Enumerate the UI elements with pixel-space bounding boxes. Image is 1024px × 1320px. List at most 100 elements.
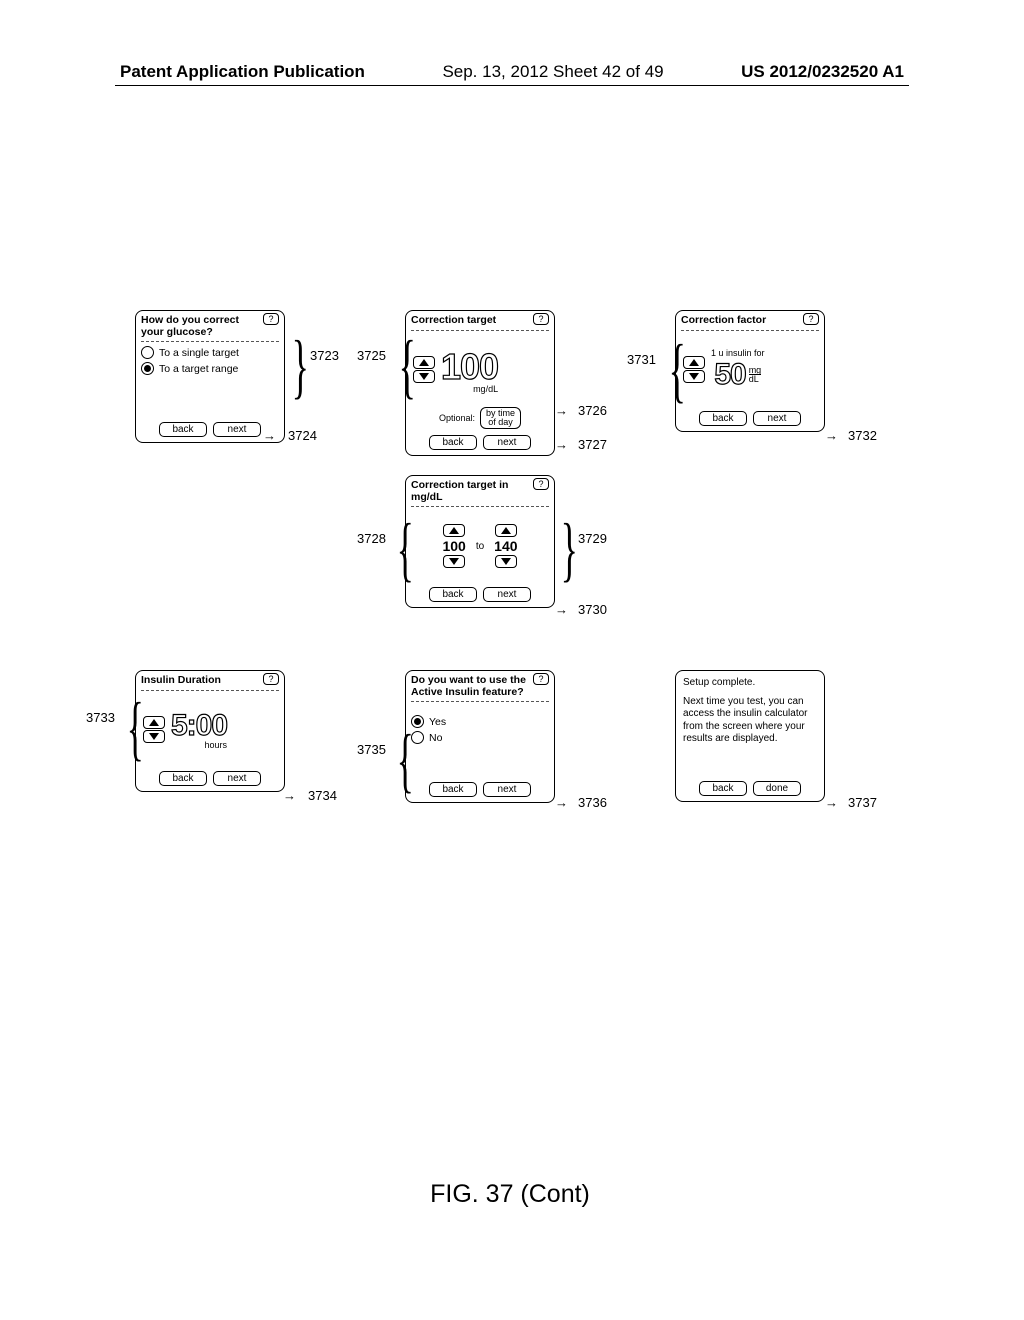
- radio-yes[interactable]: Yes: [411, 715, 549, 728]
- screen-correction-factor: Correction factor ? 1 u insulin for 50 m…: [675, 310, 825, 432]
- back-button[interactable]: back: [429, 587, 477, 602]
- screen-active-insulin: Do you want to use the Active Insulin fe…: [405, 670, 555, 803]
- brace-icon: }: [292, 352, 309, 381]
- arrow-icon: →: [825, 428, 838, 443]
- screen-correct-glucose: How do you correct your glucose? ? To a …: [135, 310, 285, 443]
- unit-bot: dL: [749, 374, 762, 383]
- to-label: to: [476, 541, 484, 552]
- screen-correction-target: Correction target ? 100 mg/dL Optional: …: [405, 310, 555, 456]
- radio-single-target[interactable]: To a single target: [141, 346, 279, 359]
- ref-3726: 3726: [578, 403, 607, 418]
- complete-title: Setup complete.: [683, 677, 817, 690]
- ref-3737: 3737: [848, 795, 877, 810]
- value-spinner[interactable]: [143, 716, 165, 743]
- target-value: 100: [441, 346, 498, 388]
- unit-top: mg: [749, 366, 762, 374]
- screen-title: Correction target: [411, 315, 549, 327]
- decrement-icon[interactable]: [683, 370, 705, 383]
- screen-title: Insulin Duration: [141, 675, 279, 687]
- arrow-icon: →: [283, 788, 296, 803]
- radio-label: To a single target: [159, 347, 239, 359]
- figure-caption: FIG. 37 (Cont): [120, 1180, 900, 1209]
- brace-icon: }: [397, 746, 414, 775]
- increment-icon[interactable]: [683, 356, 705, 369]
- help-icon[interactable]: ?: [533, 673, 549, 685]
- ref-3736: 3736: [578, 795, 607, 810]
- back-button[interactable]: back: [159, 771, 207, 786]
- back-button[interactable]: back: [699, 781, 747, 796]
- brace-icon: }: [397, 535, 414, 564]
- radio-label: No: [429, 732, 442, 744]
- ref-3725: 3725: [357, 348, 386, 363]
- help-icon[interactable]: ?: [533, 478, 549, 490]
- optional-label: Optional:: [439, 413, 475, 423]
- range-high: 140: [494, 538, 517, 554]
- increment-icon[interactable]: [443, 524, 465, 537]
- screen-setup-complete: Setup complete. Next time you test, you …: [675, 670, 825, 802]
- header-center: Sep. 13, 2012 Sheet 42 of 49: [442, 62, 663, 82]
- ref-3735: 3735: [357, 742, 386, 757]
- increment-icon[interactable]: [495, 524, 517, 537]
- screen-correction-target-range: Correction target in mg/dL ? 100 to 140 …: [405, 475, 555, 608]
- ref-3733: 3733: [86, 710, 115, 725]
- brace-icon: }: [561, 535, 578, 564]
- complete-text: Next time you test, you can access the i…: [683, 696, 817, 746]
- next-button[interactable]: next: [213, 771, 261, 786]
- arrow-icon: →: [555, 795, 568, 810]
- decrement-icon[interactable]: [413, 370, 435, 383]
- ref-3731: 3731: [627, 352, 656, 367]
- figure-area: How do you correct your glucose? ? To a …: [120, 310, 900, 845]
- back-button[interactable]: back: [429, 435, 477, 450]
- screen-insulin-duration: Insulin Duration ? 5:00 hours back next: [135, 670, 285, 792]
- back-button[interactable]: back: [429, 782, 477, 797]
- next-button[interactable]: next: [483, 435, 531, 450]
- header-rule: [115, 85, 909, 86]
- back-button[interactable]: back: [699, 411, 747, 426]
- next-button[interactable]: next: [753, 411, 801, 426]
- duration-value: 5:00: [171, 709, 227, 743]
- next-button[interactable]: next: [483, 587, 531, 602]
- arrow-icon: →: [555, 403, 568, 418]
- arrow-icon: →: [555, 437, 568, 452]
- unit-label: hours: [205, 740, 228, 750]
- ref-3724: 3724: [288, 428, 317, 443]
- decrement-icon[interactable]: [143, 730, 165, 743]
- screen-title: Do you want to use the Active Insulin fe…: [411, 675, 549, 698]
- value-spinner[interactable]: [683, 356, 705, 383]
- done-button[interactable]: done: [753, 781, 801, 796]
- ref-3732: 3732: [848, 428, 877, 443]
- screen-title: How do you correct your glucose?: [141, 315, 279, 338]
- brace-icon: }: [669, 356, 686, 385]
- help-icon[interactable]: ?: [263, 313, 279, 325]
- caption: 1 u insulin for: [711, 348, 765, 358]
- radio-target-range[interactable]: To a target range: [141, 362, 279, 375]
- header-left: Patent Application Publication: [120, 62, 365, 82]
- screen-title: Correction target in mg/dL: [411, 480, 549, 503]
- high-spinner[interactable]: 140: [494, 524, 517, 568]
- decrement-icon[interactable]: [495, 555, 517, 568]
- value-spinner[interactable]: [413, 356, 435, 383]
- by-time-of-day-button[interactable]: by time of day: [480, 407, 521, 430]
- ref-3727: 3727: [578, 437, 607, 452]
- ref-3723: 3723: [310, 348, 339, 363]
- increment-icon[interactable]: [413, 356, 435, 369]
- low-spinner[interactable]: 100: [442, 524, 465, 568]
- next-button[interactable]: next: [213, 422, 261, 437]
- factor-value: 50: [714, 358, 745, 392]
- header-right: US 2012/0232520 A1: [741, 62, 904, 82]
- help-icon[interactable]: ?: [803, 313, 819, 325]
- ref-3729: 3729: [578, 531, 607, 546]
- unit-label: mg/dL: [473, 384, 498, 394]
- help-icon[interactable]: ?: [263, 673, 279, 685]
- radio-no[interactable]: No: [411, 731, 549, 744]
- radio-label: To a target range: [159, 363, 238, 375]
- help-icon[interactable]: ?: [533, 313, 549, 325]
- ref-3734: 3734: [308, 788, 337, 803]
- increment-icon[interactable]: [143, 716, 165, 729]
- decrement-icon[interactable]: [443, 555, 465, 568]
- ref-3728: 3728: [357, 531, 386, 546]
- page-header: Patent Application Publication Sep. 13, …: [0, 62, 1024, 82]
- back-button[interactable]: back: [159, 422, 207, 437]
- next-button[interactable]: next: [483, 782, 531, 797]
- brace-icon: }: [399, 352, 416, 381]
